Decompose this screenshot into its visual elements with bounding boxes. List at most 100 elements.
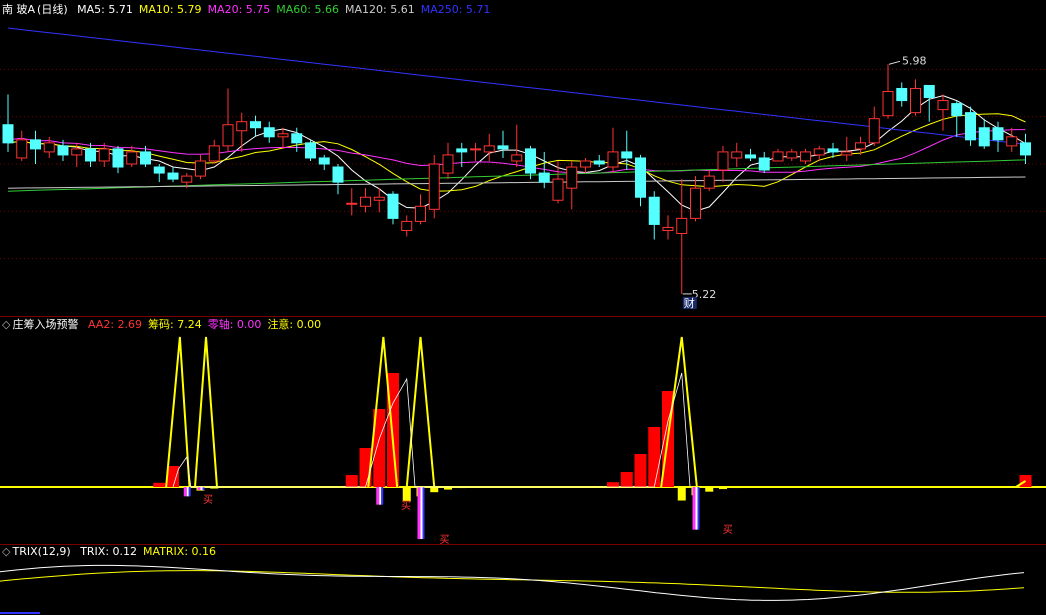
candle-body	[442, 154, 454, 174]
candle-body	[635, 157, 646, 198]
candle-body	[910, 87, 921, 114]
trix-name[interactable]: TRIX(12,9)	[12, 545, 70, 558]
candle	[731, 142, 743, 168]
candle-body	[2, 124, 14, 144]
candle	[580, 157, 591, 174]
matrix-line	[0, 570, 1025, 593]
yellow-bar	[705, 487, 714, 492]
candle-body	[1020, 142, 1031, 156]
candle-body	[566, 166, 578, 189]
candle	[442, 142, 454, 180]
collapse-icon[interactable]: ◇	[2, 545, 10, 558]
candle	[236, 112, 248, 152]
candle	[511, 124, 523, 168]
candle	[208, 139, 220, 164]
blue-bar	[697, 487, 700, 530]
buy-signal-label: 买	[401, 500, 411, 512]
candle	[772, 148, 784, 162]
candle	[841, 136, 853, 161]
candle-body	[181, 175, 193, 183]
candle-body	[126, 151, 138, 165]
candle	[593, 154, 605, 168]
candle	[387, 191, 399, 225]
candle-body	[717, 151, 729, 171]
buy-signal-label: 买	[203, 494, 213, 506]
candle-body	[456, 148, 468, 153]
legend-item: AA2: 2.69	[87, 318, 143, 331]
trix-panel[interactable]: ◇ TRIX(12,9) TRIX: 0.12 MATRIX: 0.16	[0, 545, 1046, 615]
candle-body	[415, 205, 426, 222]
candle-body	[896, 87, 908, 102]
trix-panel-header: ◇ TRIX(12,9) TRIX: 0.12 MATRIX: 0.16	[2, 545, 228, 559]
candle-body	[923, 84, 935, 99]
candle-body	[800, 151, 811, 162]
candle	[483, 133, 495, 161]
legend-item: 筹码: 7.24	[148, 318, 202, 331]
yellow-bar	[430, 487, 439, 493]
candle	[868, 106, 880, 146]
candle	[360, 188, 371, 213]
candle-body	[291, 133, 303, 144]
candle-body	[483, 145, 495, 153]
candle-body	[318, 157, 330, 165]
candle-body	[855, 142, 866, 150]
candle-body	[153, 166, 165, 174]
candle	[263, 121, 275, 143]
candle	[332, 164, 344, 195]
candle-body	[71, 148, 83, 156]
candle	[1006, 127, 1018, 152]
indicator-panel[interactable]: 买买买买 ◇ 庄筹入场预警 AA2: 2.69 筹码: 7.24 零轴: 0.00 注意…	[0, 317, 1046, 544]
high-pointer	[888, 60, 901, 65]
candle	[662, 215, 674, 240]
candle	[305, 139, 316, 161]
candle	[250, 115, 261, 137]
candle-body	[112, 148, 124, 168]
magenta-bar	[692, 487, 696, 530]
candle	[937, 94, 949, 131]
candle	[16, 130, 28, 161]
candle	[786, 148, 798, 161]
candle-body	[525, 148, 536, 174]
collapse-icon[interactable]: ◇	[2, 318, 10, 331]
indicator-chart[interactable]: 买买买买	[0, 317, 1046, 544]
candle-body	[607, 151, 619, 168]
candle-body	[387, 193, 399, 219]
candle	[703, 170, 715, 192]
yellow-bar	[402, 487, 411, 502]
candle	[126, 145, 138, 168]
candle	[758, 151, 770, 174]
candle-body	[745, 154, 756, 159]
candle-body	[98, 148, 110, 162]
legend-item: 零轴: 0.00	[207, 318, 262, 331]
candle	[525, 145, 536, 180]
indicator-legend: AA2: 2.69 筹码: 7.24 零轴: 0.00 注意: 0.00	[88, 318, 327, 331]
candle-body	[30, 139, 41, 150]
price-panel[interactable]: 南 玻A (日线) MA5: 5.71 MA10: 5.79 MA20: 5.75 MA…	[0, 0, 1046, 316]
ma-line-ma120	[7, 176, 1026, 189]
high-price-label: 5.98	[902, 54, 927, 67]
price-chart[interactable]: 5.985.22财	[0, 0, 1046, 316]
candle	[112, 145, 124, 174]
white-bar	[420, 487, 423, 539]
candle	[1020, 133, 1031, 164]
candle-body	[841, 151, 853, 156]
candle-body	[373, 196, 385, 201]
trend-curve	[172, 372, 691, 488]
candle	[910, 79, 921, 116]
candle-body	[992, 127, 1004, 141]
event-tag: 财	[684, 296, 695, 310]
candle-body	[1006, 136, 1018, 147]
indicator-panel-header: ◇ 庄筹入场预警 AA2: 2.69 筹码: 7.24 零轴: 0.00 注意: 0.0…	[2, 318, 333, 332]
candle-body	[965, 112, 976, 141]
candle-body	[690, 187, 701, 219]
candle	[978, 118, 990, 149]
candle-body	[360, 196, 371, 207]
candle	[85, 142, 96, 168]
candle-body	[195, 160, 206, 177]
indicator-name[interactable]: 庄筹入场预警	[12, 318, 78, 331]
legend-item: MATRIX: 0.16	[143, 545, 217, 558]
candle	[277, 127, 289, 149]
candle-body	[511, 154, 523, 162]
candle	[415, 194, 426, 225]
candle	[566, 160, 578, 210]
